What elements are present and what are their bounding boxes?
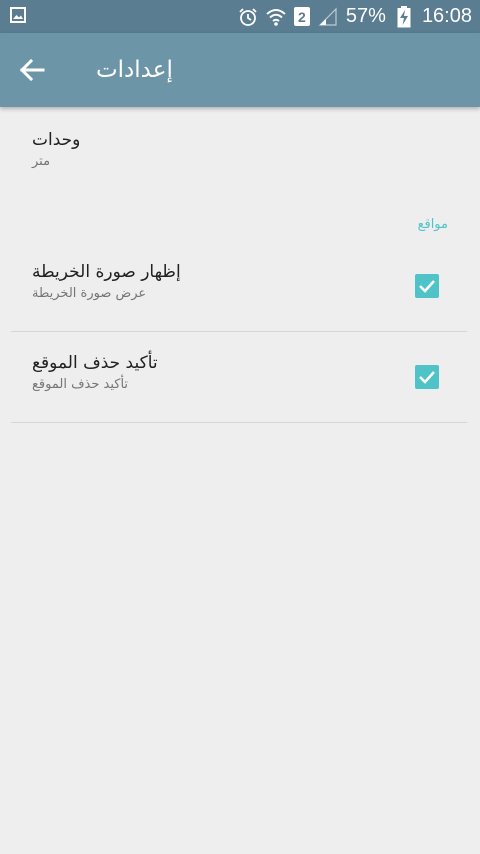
status-icons: 2 57% 16:08 bbox=[238, 0, 472, 33]
show-map-image-checkbox[interactable] bbox=[415, 274, 439, 298]
page-title: إعدادات bbox=[96, 57, 173, 83]
confirm-delete-location-preference[interactable]: تأكيد حذف الموقع تأكيد حذف الموقع bbox=[0, 332, 480, 422]
check-icon bbox=[419, 371, 435, 384]
units-preference[interactable]: وحدات متر bbox=[0, 107, 480, 207]
app-bar: إعدادات bbox=[0, 33, 480, 107]
units-summary: متر bbox=[32, 154, 51, 169]
sim-slot-badge: 2 bbox=[293, 7, 310, 26]
confirm-delete-location-summary: تأكيد حذف الموقع bbox=[32, 377, 129, 392]
image-icon bbox=[10, 7, 26, 23]
back-button[interactable] bbox=[14, 54, 50, 86]
show-map-image-preference[interactable]: إظهار صورة الخريطة عرض صورة الخريطة bbox=[0, 241, 480, 331]
battery-percentage: 57% bbox=[345, 5, 386, 27]
signal-icon bbox=[318, 7, 338, 27]
settings-list: وحدات متر مواقع إظهار صورة الخريطة عرض ص… bbox=[0, 107, 480, 423]
arrow-left-icon bbox=[19, 59, 45, 81]
battery-charging-icon bbox=[394, 5, 414, 27]
status-bar: 2 57% 16:08 bbox=[0, 0, 480, 33]
confirm-delete-location-checkbox[interactable] bbox=[415, 365, 439, 389]
check-icon bbox=[419, 280, 435, 293]
wifi-icon bbox=[266, 7, 286, 27]
confirm-delete-location-title: تأكيد حذف الموقع bbox=[32, 353, 158, 373]
clock-time: 16:08 bbox=[421, 5, 472, 27]
alarm-icon bbox=[238, 7, 258, 27]
show-map-image-summary: عرض صورة الخريطة bbox=[32, 286, 147, 301]
category-locations: مواقع bbox=[417, 217, 448, 232]
units-title: وحدات bbox=[32, 130, 81, 150]
show-map-image-title: إظهار صورة الخريطة bbox=[32, 262, 181, 282]
divider bbox=[11, 422, 467, 423]
